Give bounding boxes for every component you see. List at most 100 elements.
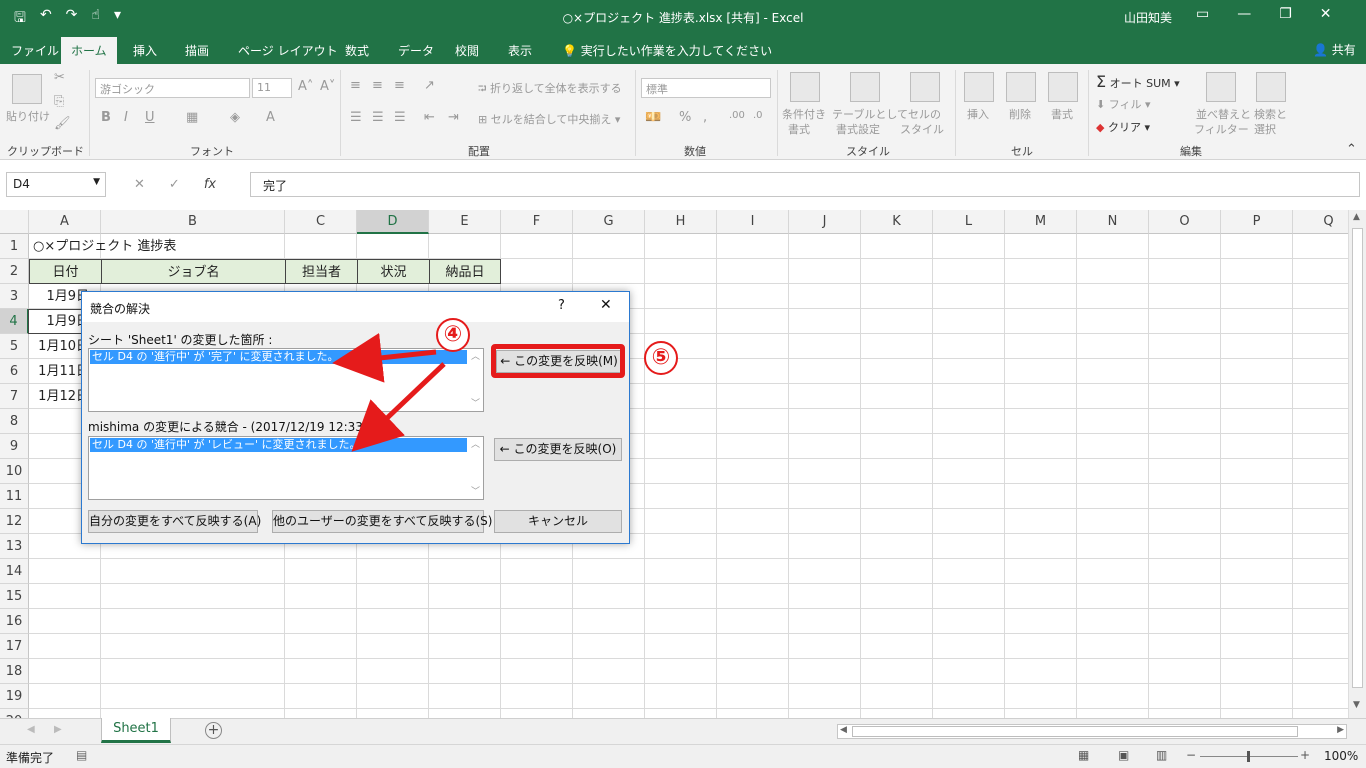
align-top-icon[interactable]: ≡ xyxy=(350,78,361,93)
tab-review[interactable]: 校閲 xyxy=(455,42,479,59)
column-header-a[interactable]: A xyxy=(29,210,101,234)
zoom-in-icon[interactable]: + xyxy=(1300,748,1310,762)
row-header-1[interactable]: 1 xyxy=(0,234,29,259)
column-header-q[interactable]: Q xyxy=(1293,210,1348,234)
format-as-table-label-1[interactable]: テーブルとして xyxy=(832,106,908,122)
vertical-scroll-thumb[interactable] xyxy=(1352,228,1363,688)
find-select-label-1[interactable]: 検索と xyxy=(1254,106,1287,122)
align-center-icon[interactable]: ☰ xyxy=(372,110,384,125)
tab-insert[interactable]: 挿入 xyxy=(133,42,157,59)
listbox-scrollbar[interactable]: ︿ ﹀ xyxy=(467,349,483,411)
restore-icon[interactable]: ❐ xyxy=(1279,6,1292,22)
scroll-left-icon[interactable]: ◀ xyxy=(840,725,847,735)
sheet-tab-sheet1[interactable]: Sheet1 xyxy=(101,718,171,743)
column-header-e[interactable]: E xyxy=(429,210,501,234)
name-box[interactable]: D4 ▼ xyxy=(6,172,106,197)
my-change-item[interactable]: セル D4 の '進行中' が '完了' に変更されました。 xyxy=(90,350,467,364)
ribbon-display-icon[interactable]: ▭ xyxy=(1196,6,1209,22)
scroll-down-icon[interactable]: ▼ xyxy=(1353,700,1360,710)
cell-a5[interactable]: 1月10日 xyxy=(29,334,89,359)
cell-a1[interactable]: ○×プロジェクト 進捗表 xyxy=(33,234,176,259)
delete-cells-icon[interactable] xyxy=(1006,72,1036,102)
zoom-slider-thumb[interactable] xyxy=(1247,751,1250,762)
select-all-corner[interactable] xyxy=(0,210,29,234)
column-header-m[interactable]: M xyxy=(1005,210,1077,234)
row-header-15[interactable]: 15 xyxy=(0,584,29,609)
font-size-select[interactable]: 11 xyxy=(252,78,292,98)
row-header-5[interactable]: 5 xyxy=(0,334,29,359)
zoom-out-icon[interactable]: − xyxy=(1186,748,1196,762)
align-bottom-icon[interactable]: ≡ xyxy=(394,78,405,93)
format-as-table-label-2[interactable]: 書式設定 xyxy=(836,121,880,137)
align-right-icon[interactable]: ☰ xyxy=(394,110,406,125)
tab-file[interactable]: ファイル xyxy=(11,42,59,59)
row-header-17[interactable]: 17 xyxy=(0,634,29,659)
conditional-format-label-2[interactable]: 書式 xyxy=(788,121,810,137)
align-middle-icon[interactable]: ≡ xyxy=(372,78,383,93)
increase-indent-icon[interactable]: ⇥ xyxy=(448,110,459,125)
other-change-listbox[interactable]: セル D4 の '進行中' が 'レビュー' に変更されました。 ︿ ﹀ xyxy=(88,436,484,500)
confirm-entry-icon[interactable]: ✓ xyxy=(169,177,180,192)
decrease-indent-icon[interactable]: ⇤ xyxy=(424,110,435,125)
user-name[interactable]: 山田知美 xyxy=(1124,9,1172,26)
fill-button[interactable]: ⬇ フィル ▾ xyxy=(1096,96,1151,112)
paste-icon[interactable] xyxy=(12,74,42,104)
column-header-d[interactable]: D xyxy=(357,210,429,234)
row-header-9[interactable]: 9 xyxy=(0,434,29,459)
font-name-select[interactable]: 游ゴシック xyxy=(95,78,250,98)
tab-data[interactable]: データ xyxy=(398,42,434,59)
insert-function-icon[interactable]: fx xyxy=(204,177,216,192)
dialog-help-button[interactable]: ? xyxy=(558,298,565,313)
page-layout-view-icon[interactable]: ▣ xyxy=(1118,748,1129,762)
copy-icon[interactable]: ⎘ xyxy=(54,94,64,109)
row-header-3[interactable]: 3 xyxy=(0,284,29,309)
orientation-icon[interactable]: ↗ xyxy=(424,78,435,93)
align-left-icon[interactable]: ☰ xyxy=(350,110,362,125)
find-select-icon[interactable] xyxy=(1256,72,1286,102)
accept-all-others-button[interactable]: 他のユーザーの変更をすべて反映する(S) xyxy=(272,510,492,533)
increase-font-icon[interactable]: A˄ xyxy=(298,79,313,94)
decrease-font-icon[interactable]: A˅ xyxy=(320,79,335,94)
sort-filter-label-1[interactable]: 並べ替えと xyxy=(1196,106,1251,122)
cut-icon[interactable]: ✂ xyxy=(54,70,65,85)
row-header-20[interactable]: 20 xyxy=(0,709,29,718)
column-header-o[interactable]: O xyxy=(1149,210,1221,234)
formula-input[interactable]: 完了 xyxy=(250,172,1360,197)
row-header-19[interactable]: 19 xyxy=(0,684,29,709)
tab-formulas[interactable]: 数式 xyxy=(345,42,369,59)
increase-decimal-icon[interactable]: .00 xyxy=(729,110,745,121)
comma-icon[interactable]: , xyxy=(703,110,707,125)
header-status[interactable]: 状況 xyxy=(357,259,430,284)
cancel-button[interactable]: キャンセル xyxy=(494,510,622,533)
accept-other-button[interactable]: ← この変更を反映(O) xyxy=(494,438,622,461)
cell-styles-label-2[interactable]: スタイル xyxy=(900,121,944,137)
normal-view-icon[interactable]: ▦ xyxy=(1078,748,1089,762)
cell-a3[interactable]: 1月9日 xyxy=(29,284,89,309)
format-cells-icon[interactable] xyxy=(1048,72,1078,102)
number-format-select[interactable]: 標準 xyxy=(641,78,771,98)
cell-styles-label-1[interactable]: セルの xyxy=(908,106,941,122)
sort-filter-icon[interactable] xyxy=(1206,72,1236,102)
scroll-up-icon[interactable]: ▲ xyxy=(1353,212,1360,222)
share-button[interactable]: 👤 共有 xyxy=(1313,41,1356,58)
vertical-scrollbar[interactable]: ▲ ▼ xyxy=(1348,210,1366,718)
minimize-icon[interactable]: — xyxy=(1237,6,1251,22)
row-header-2[interactable]: 2 xyxy=(0,259,29,284)
row-header-18[interactable]: 18 xyxy=(0,659,29,684)
tab-view[interactable]: 表示 xyxy=(508,42,532,59)
header-owner[interactable]: 担当者 xyxy=(285,259,358,284)
column-header-k[interactable]: K xyxy=(861,210,933,234)
horizontal-scrollbar[interactable]: ◀ ▶ xyxy=(837,724,1347,739)
my-change-listbox[interactable]: セル D4 の '進行中' が '完了' に変更されました。 ︿ ﹀ xyxy=(88,348,484,412)
merge-center-button[interactable]: ⊞ セルを結合して中央揃え ▾ xyxy=(478,111,620,127)
cancel-entry-icon[interactable]: ✕ xyxy=(134,177,145,192)
cell-a7[interactable]: 1月12日 xyxy=(29,384,89,409)
tab-draw[interactable]: 描画 xyxy=(185,42,209,59)
tell-me-box[interactable]: 💡 実行したい作業を入力してください xyxy=(562,42,772,59)
find-select-label-2[interactable]: 選択 xyxy=(1254,121,1276,137)
tab-page-layout[interactable]: ページ レイアウト xyxy=(238,42,338,59)
horizontal-scroll-thumb[interactable] xyxy=(852,726,1298,737)
tab-home[interactable]: ホーム xyxy=(61,37,117,64)
column-header-i[interactable]: I xyxy=(717,210,789,234)
wrap-text-button[interactable]: ⮒ 折り返して全体を表示する xyxy=(478,80,622,99)
